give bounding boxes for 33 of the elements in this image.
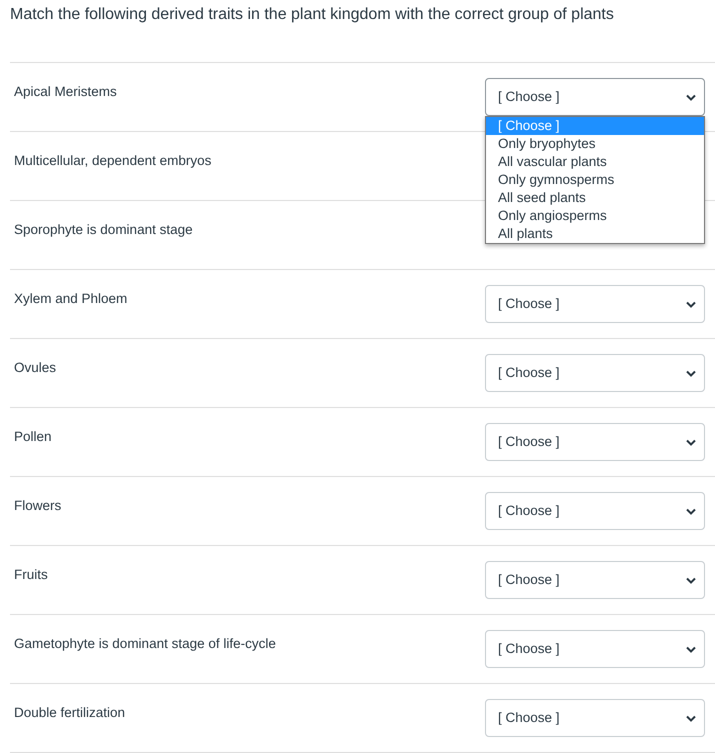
dropdown-option[interactable]: All vascular plants [486,153,704,171]
trait-label: Fruits [14,566,48,584]
group-dropdown[interactable]: [ Choose ] [485,285,705,323]
group-dropdown[interactable]: [ Choose ] [485,699,705,737]
chevron-down-icon [686,94,696,100]
dropdown-option[interactable]: All seed plants [486,189,704,207]
trait-label: Gametophyte is dominant stage of life-cycle [14,635,276,653]
trait-label: Ovules [14,359,56,377]
group-dropdown[interactable]: [ Choose ] [485,78,705,116]
chevron-down-icon [686,370,696,376]
trait-label: Double fertilization [14,704,126,722]
group-dropdown[interactable]: [ Choose ] [485,354,705,392]
trait-label: Multicellular, dependent embryos [14,152,212,170]
group-dropdown[interactable]: [ Choose ] [485,630,705,668]
dropdown-option[interactable]: Only bryophytes [486,135,704,153]
chevron-down-icon [686,508,696,514]
chevron-down-icon [686,714,696,722]
dropdown-option[interactable]: Only angiosperms [486,207,704,225]
group-dropdown[interactable]: [ Choose ] [485,423,705,461]
trait-label: Sporophyte is dominant stage [14,221,193,239]
trait-label: Flowers [14,497,62,515]
chevron-down-icon [686,300,696,308]
dropdown-option[interactable]: Only gymnosperms [486,171,704,189]
chevron-down-icon [686,576,696,584]
trait-label: Xylem and Phloem [14,290,128,308]
chevron-down-icon [686,438,696,446]
dropdown-option[interactable]: All plants [486,225,704,243]
trait-label: Apical Meristems [14,83,117,101]
group-dropdown[interactable]: [ Choose ] [485,492,705,530]
group-dropdown[interactable]: [ Choose ] [485,561,705,599]
trait-label: Pollen [14,428,52,446]
question-text: Match the following derived traits in the plant kingdom with the correct group of plants [10,5,615,25]
chevron-down-icon [686,646,696,652]
